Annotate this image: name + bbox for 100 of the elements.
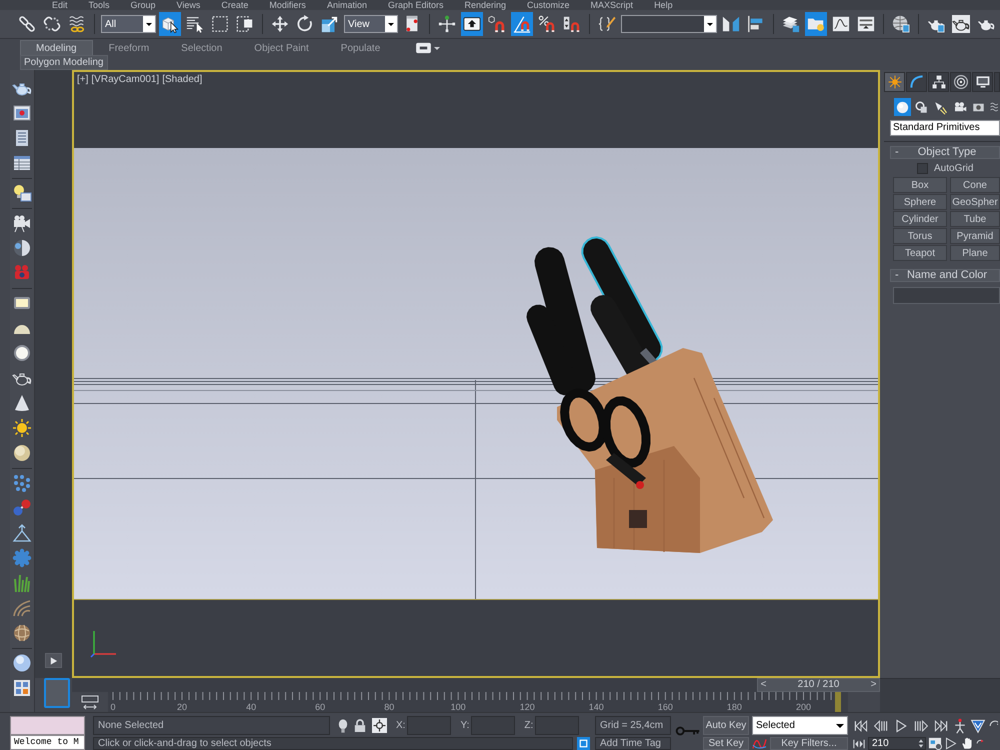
autogrid-checkbox[interactable] — [917, 162, 928, 174]
object-name-field[interactable] — [893, 287, 1000, 304]
caret-icon — [385, 16, 397, 32]
hair-icon[interactable] — [12, 598, 32, 618]
object-type-button[interactable]: Pyramid — [950, 228, 1000, 244]
object-type-button[interactable]: Tube — [950, 211, 1000, 227]
hierarchy-tab[interactable] — [928, 72, 949, 92]
ring-sphere-icon[interactable] — [12, 343, 32, 363]
menu-item[interactable]: Animation — [326, 0, 367, 10]
triangle-outline-icon[interactable] — [944, 737, 958, 750]
selection-filter-dropdown[interactable]: All — [101, 15, 156, 33]
previous-key-button[interactable] — [872, 717, 890, 734]
crosshair-icon[interactable] — [372, 718, 387, 733]
collapse-toggle[interactable]: - — [891, 270, 905, 281]
rendered-frame-button[interactable] — [950, 12, 972, 36]
object-category-dropdown[interactable]: Standard Primitives — [890, 120, 1000, 136]
menu-item[interactable]: Modifiers — [269, 0, 306, 10]
ribbon-options-button[interactable] — [414, 41, 442, 55]
key-mode-dropdown[interactable]: Selected — [752, 716, 848, 735]
next-frame-button[interactable]: > — [868, 679, 879, 691]
set-key-button[interactable]: Set Key — [703, 737, 749, 750]
ribbon-tab[interactable]: Modeling — [20, 40, 93, 55]
viewport-shading-menu[interactable]: [Shaded] — [162, 74, 202, 88]
object-type-button[interactable]: Box — [893, 177, 947, 193]
table-icon[interactable] — [12, 153, 32, 173]
object-type-button[interactable]: Plane — [950, 245, 1000, 261]
hand-icon[interactable] — [960, 737, 974, 750]
wicker-ball-icon[interactable] — [12, 623, 32, 643]
shortcut-override-button[interactable] — [461, 12, 483, 36]
reference-system-dropdown[interactable]: View — [344, 15, 398, 33]
menu-item[interactable]: Tools — [88, 0, 110, 10]
dot-grid-icon[interactable] — [12, 473, 32, 493]
auto-key-button[interactable]: Auto Key — [703, 716, 749, 735]
viewport-plus-menu[interactable]: [+] — [77, 74, 88, 88]
render-window-icon[interactable] — [12, 103, 32, 123]
ribbon-tab[interactable]: Freeform — [92, 40, 166, 55]
object-type-button[interactable]: Cone — [950, 177, 1000, 193]
mirror-icon — [722, 15, 740, 33]
maxscript-output-field[interactable]: Welcome to M — [10, 735, 85, 750]
create-tab[interactable] — [884, 72, 905, 92]
glossy-sphere-icon[interactable] — [12, 653, 32, 673]
motion-tab[interactable] — [950, 72, 971, 92]
time-slider-track[interactable]: < 210 / 210 > — [72, 678, 880, 692]
shaded-sphere-icon[interactable] — [12, 443, 32, 463]
viewport-layout-thumbnail[interactable] — [44, 678, 70, 708]
display-tab[interactable] — [972, 72, 993, 92]
camera-icon[interactable] — [12, 213, 32, 233]
bulb-panel-icon[interactable] — [12, 183, 32, 203]
rectangle-arrows-icon[interactable] — [80, 694, 100, 710]
cone-icon[interactable] — [12, 393, 32, 413]
select-object-button[interactable] — [159, 12, 181, 36]
ribbon-tab[interactable]: Object Paint — [238, 40, 325, 55]
object-type-button[interactable]: Sphere — [893, 194, 947, 210]
ribbon-tab[interactable]: Selection — [165, 40, 238, 55]
play-button[interactable] — [45, 653, 62, 668]
object-type-button[interactable]: Teapot — [893, 245, 947, 261]
bracket-arrows-icon[interactable] — [852, 738, 866, 750]
modify-tab[interactable] — [906, 72, 927, 92]
coordinate-field[interactable] — [407, 716, 452, 735]
angle-snap-button[interactable] — [511, 12, 533, 36]
menu-item[interactable]: MAXScript — [590, 0, 634, 10]
tent-icon[interactable] — [12, 523, 32, 543]
square-icon[interactable] — [577, 737, 590, 750]
layout-icon[interactable] — [12, 678, 32, 698]
curve-icon[interactable] — [752, 737, 767, 750]
sun-icon[interactable] — [12, 418, 32, 438]
next-key-button[interactable] — [912, 717, 930, 734]
object-type-button[interactable]: Cylinder — [893, 211, 947, 227]
menu-item[interactable]: Views — [176, 0, 200, 10]
menu-item[interactable]: Customize — [527, 0, 570, 10]
collapse-toggle[interactable]: - — [891, 147, 905, 158]
menu-item[interactable]: Help — [654, 0, 673, 10]
maxscript-input-field[interactable] — [10, 716, 85, 735]
menu-item[interactable]: Rendering — [464, 0, 506, 10]
menu-item[interactable]: Edit — [52, 0, 68, 10]
chevron-triangle-icon[interactable] — [970, 718, 986, 734]
time-tag-field[interactable]: Add Time Tag — [595, 737, 671, 750]
stick-figure-icon[interactable] — [952, 718, 968, 734]
grass-icon[interactable] — [12, 573, 32, 593]
coordinate-field[interactable] — [535, 716, 580, 735]
viewport-panel[interactable]: [+] [VRayCam001] [Shaded] — [72, 70, 880, 678]
track-bar[interactable]: 0 20 40 60 80 100 120 140 160 180 200 — [108, 692, 848, 712]
named-selection-dropdown[interactable] — [621, 15, 717, 33]
geometry-button[interactable] — [894, 98, 911, 116]
object-type-button[interactable]: GeoSpher — [950, 194, 1000, 210]
menu-item[interactable]: Graph Editors — [388, 0, 444, 10]
object-type-button[interactable]: Torus — [893, 228, 947, 244]
viewport-camera-menu[interactable]: [VRayCam001] — [91, 74, 160, 88]
ribbon-panel-label[interactable]: Polygon Modeling — [20, 55, 108, 70]
current-frame-field[interactable]: 210 — [868, 737, 926, 750]
time-slider-thumb[interactable]: < 210 / 210 > — [757, 678, 880, 692]
coordinate-field[interactable] — [471, 716, 516, 735]
menu-item[interactable]: Group — [130, 0, 156, 10]
half-sphere-icon[interactable] — [12, 238, 32, 258]
menu-item[interactable]: Create — [221, 0, 248, 10]
key-filters-button[interactable]: Key Filters... — [770, 737, 848, 750]
lock-icon[interactable] — [354, 718, 366, 732]
bulb-icon[interactable] — [338, 718, 348, 734]
previous-frame-button[interactable]: < — [758, 679, 769, 691]
ribbon-tab[interactable]: Populate — [324, 40, 396, 55]
